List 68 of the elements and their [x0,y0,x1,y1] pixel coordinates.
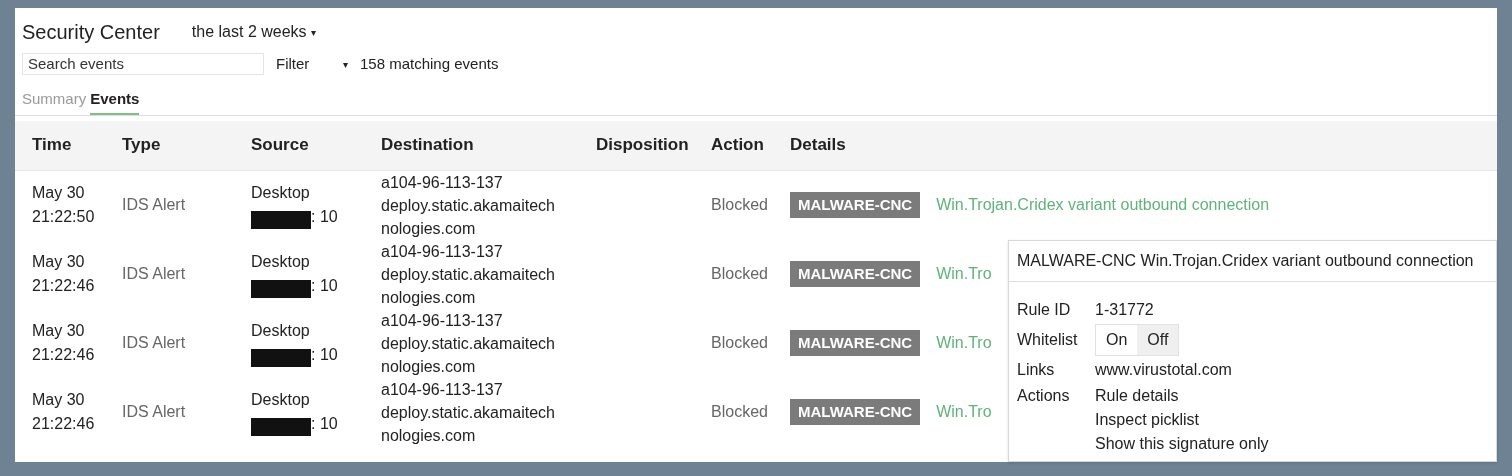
category-badge: MALWARE-CNC [790,191,921,219]
event-action: Blocked [711,195,769,215]
column-header: Type [122,134,162,157]
event-date: May 30 [32,252,86,272]
destination-line: nologies.com [381,287,477,308]
destination-line: a104-96-113-137 [381,379,504,400]
column-header: Source [251,134,310,157]
category-badge: MALWARE-CNC [790,329,921,357]
action-link[interactable]: Rule details [1095,384,1488,408]
column-header: Action [711,134,765,157]
column-header: Disposition [596,134,690,157]
category-badge: MALWARE-CNC [790,398,921,426]
popup-title: MALWARE-CNC Win.Trojan.Cridex variant outbound connection [1009,241,1496,282]
category-badge: MALWARE-CNC [790,260,921,288]
field-label: Actions [1017,386,1071,406]
event-time: 21:22:50 [32,207,96,227]
source-host: Desktop [251,390,311,410]
destination-line: nologies.com [381,425,477,446]
destination-line: deploy.static.akamaitech [381,333,556,354]
event-date: May 30 [32,321,86,341]
event-type: IDS Alert [122,195,187,215]
field-label: Links [1017,360,1056,380]
search-field[interactable]: Search events [22,53,264,76]
source-host: Desktop [251,321,311,341]
action-link[interactable]: Show this signature only [1095,432,1488,456]
destination-line: nologies.com [381,218,477,239]
field-label: Whitelist [1017,330,1079,350]
external-link[interactable]: www.virustotal.com [1095,358,1488,382]
match-count: 158 matching events [360,54,499,74]
action-link[interactable]: Inspect picklist [1095,408,1488,432]
date-range-dropdown[interactable]: the last 2 weeks ▾ [191,20,316,44]
redaction-bar [251,349,311,367]
redaction-bar [251,418,311,436]
event-action: Blocked [711,333,769,353]
destination-line: deploy.static.akamaitech [381,264,556,285]
event-action: Blocked [711,402,769,422]
event-time: 21:22:46 [32,276,96,296]
destination-line: a104-96-113-137 [381,172,504,193]
destination-line: nologies.com [381,356,477,377]
column-header: Destination [381,134,475,157]
event-time: 21:22:46 [32,414,96,434]
event-date: May 30 [32,390,86,410]
column-header: Time [32,134,73,157]
event-type: IDS Alert [122,333,187,353]
event-date: May 30 [32,183,86,203]
column-header: Details [790,134,847,157]
rule-id: 1-31772 [1095,300,1155,320]
event-type: IDS Alert [122,264,187,284]
destination-line: a104-96-113-137 [381,310,504,331]
destination-line: deploy.static.akamaitech [381,402,556,423]
toggle-option[interactable]: Off [1137,325,1179,355]
source-port: : 10 [311,207,338,227]
event-action: Blocked [711,264,769,284]
tab[interactable]: Events [90,88,140,115]
field-label: Rule ID [1017,300,1072,320]
source-port: : 10 [311,276,338,296]
source-host: Desktop [251,252,311,272]
filter-dropdown[interactable]: Filter ▾ [276,53,348,76]
source-port: : 10 [311,345,338,365]
event-time: 21:22:46 [32,345,96,365]
destination-line: deploy.static.akamaitech [381,195,556,216]
source-host: Desktop [251,183,311,203]
redaction-bar [251,280,311,298]
source-port: : 10 [311,414,338,434]
event-type: IDS Alert [122,402,187,422]
page-title: Security Center [22,20,160,45]
redaction-bar [251,211,311,229]
destination-line: a104-96-113-137 [381,241,504,262]
